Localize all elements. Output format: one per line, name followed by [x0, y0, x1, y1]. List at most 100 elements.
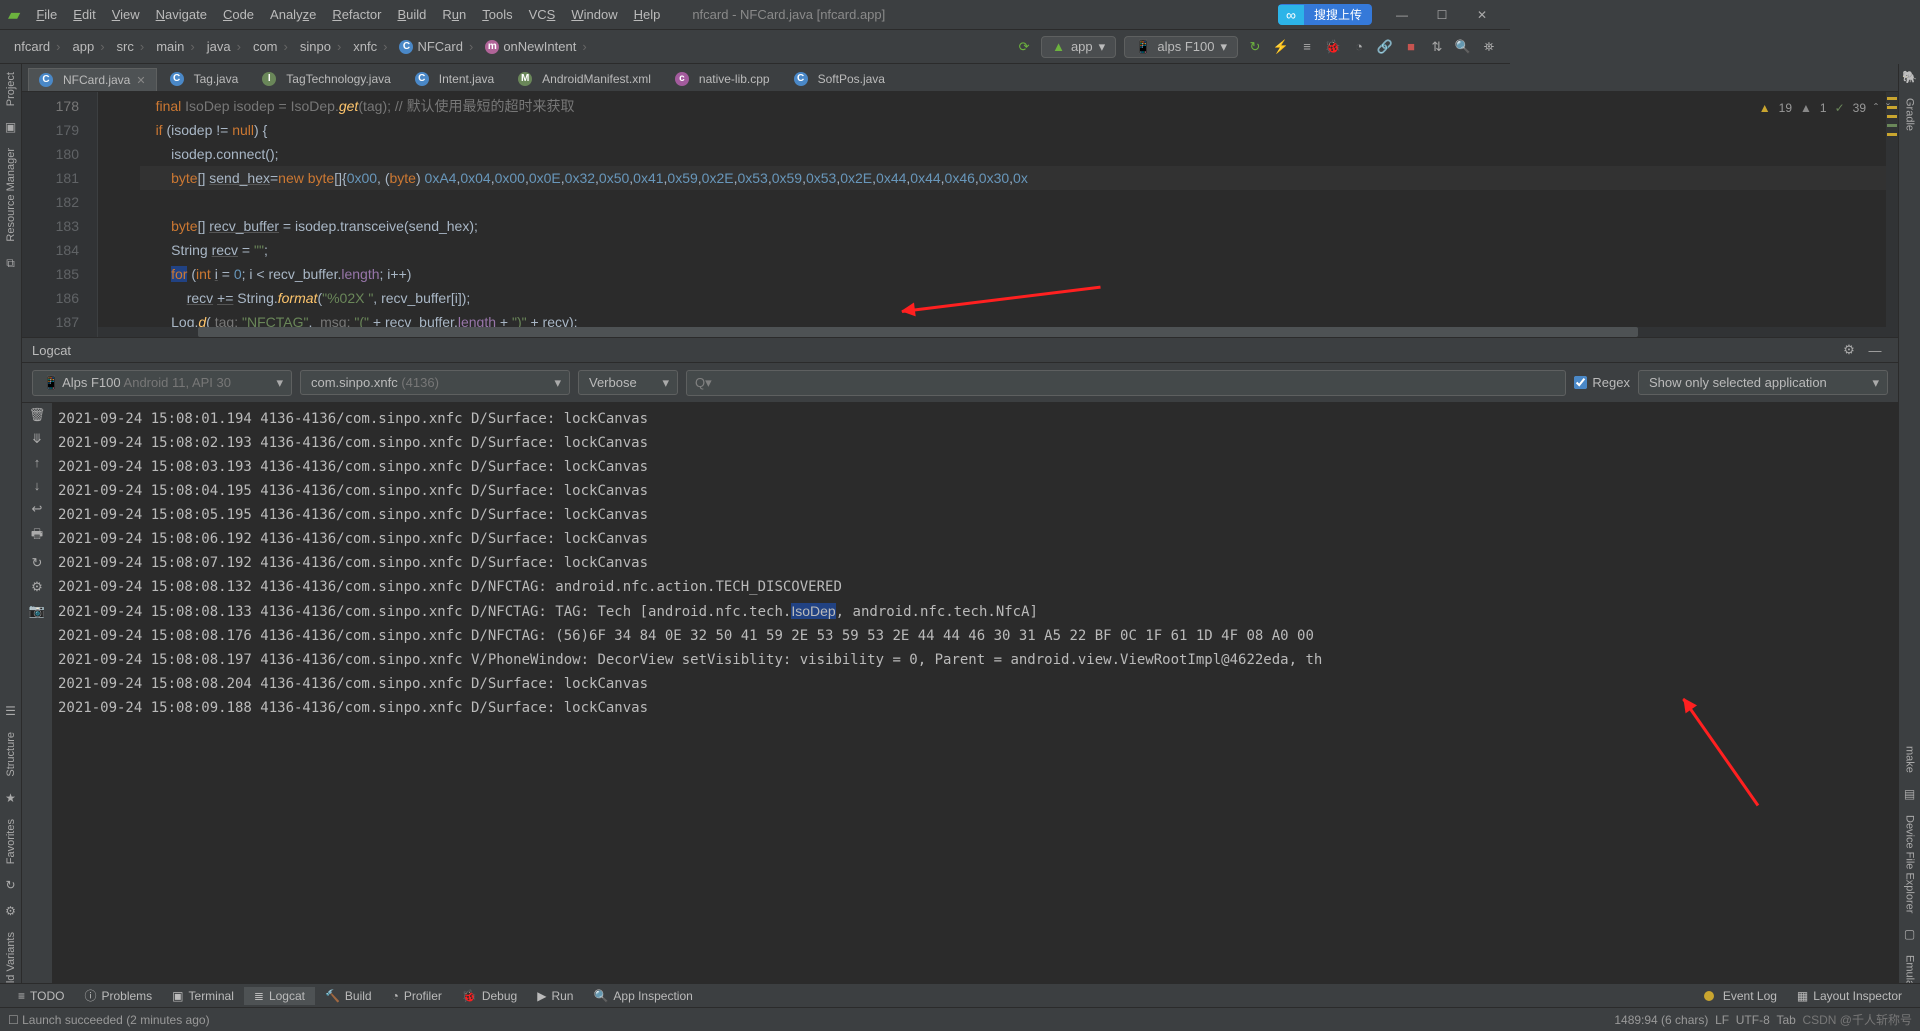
- tool-resource-manager[interactable]: Resource Manager: [5, 140, 17, 250]
- yet-button[interactable]: ≡: [1295, 35, 1319, 59]
- restart-icon[interactable]: ↻: [32, 555, 43, 571]
- menu-edit[interactable]: Edit: [65, 5, 103, 24]
- tab-manifest[interactable]: MAndroidManifest.xml: [507, 67, 662, 91]
- tab-softpos[interactable]: CSoftPos.java: [783, 67, 896, 91]
- log-search-input[interactable]: Q▾: [686, 370, 1566, 396]
- menu-vcs[interactable]: VCS: [521, 5, 564, 24]
- tab-tag[interactable]: CTag.java: [159, 67, 250, 91]
- run-config-device[interactable]: 📱alps F100▾: [1124, 36, 1238, 58]
- log-output[interactable]: 2021-09-24 15:08:01.194 4136-4136/com.si…: [52, 403, 1898, 1007]
- expand-up-icon[interactable]: ˆ: [1874, 96, 1878, 120]
- crumb-main[interactable]: main: [150, 37, 201, 56]
- tool-gradle[interactable]: Gradle: [1904, 90, 1916, 139]
- crumb-class[interactable]: CNFCard: [393, 37, 479, 56]
- tool-structure[interactable]: Structure: [5, 724, 17, 785]
- vcs-button[interactable]: ⇅: [1425, 35, 1449, 59]
- run-config-module[interactable]: ▲app▾: [1041, 36, 1116, 58]
- device-icon: 📱: [43, 375, 62, 390]
- btab-debug[interactable]: 🐞 Debug: [452, 987, 527, 1005]
- crumb-method[interactable]: monNewIntent: [479, 37, 592, 56]
- close-button[interactable]: ✕: [1462, 8, 1502, 22]
- menu-navigate[interactable]: Navigate: [148, 5, 215, 24]
- menu-view[interactable]: View: [104, 5, 148, 24]
- filter-selector[interactable]: Show only selected application: [1638, 370, 1888, 395]
- sync-icon[interactable]: ⟳: [1012, 35, 1036, 59]
- menu-tools[interactable]: Tools: [474, 5, 520, 24]
- regex-checkbox[interactable]: Regex: [1574, 375, 1630, 390]
- file-encoding[interactable]: UTF-8: [1736, 1013, 1770, 1027]
- btab-profiler[interactable]: ◔ Profiler: [382, 987, 452, 1005]
- tab-intent[interactable]: CIntent.java: [404, 67, 505, 91]
- menu-help[interactable]: Help: [626, 5, 669, 24]
- caret-position[interactable]: 1489:94 (6 chars): [1614, 1013, 1708, 1027]
- gradle-icon: 🐘: [1902, 70, 1917, 84]
- down-icon[interactable]: ↓: [34, 478, 41, 493]
- crumb-com[interactable]: com: [247, 37, 294, 56]
- crumb-xnfc[interactable]: xnfc: [347, 37, 393, 56]
- minimize-panel-button[interactable]: —: [1863, 338, 1887, 362]
- run-button[interactable]: ↻: [1243, 35, 1267, 59]
- btab-problems[interactable]: ⓘ Problems: [74, 985, 162, 1006]
- scroll-to-end-icon[interactable]: ⤋: [32, 431, 43, 447]
- profile-button[interactable]: ◔: [1347, 35, 1371, 59]
- attach-button[interactable]: 🔗: [1373, 35, 1397, 59]
- crumb-src[interactable]: src: [111, 37, 151, 56]
- crumb-java[interactable]: java: [201, 37, 247, 56]
- crumb-nfcard[interactable]: nfcard: [8, 37, 66, 56]
- upload-button[interactable]: ∞搜搜上传: [1278, 4, 1372, 25]
- screenshot-icon[interactable]: 📷: [29, 603, 45, 619]
- search-icon[interactable]: 🔍: [1451, 35, 1475, 59]
- apply-changes-button[interactable]: ⚡: [1269, 35, 1293, 59]
- tab-nativelib[interactable]: cnative-lib.cpp: [664, 67, 781, 91]
- btab-app-inspection[interactable]: 🔍 App Inspection: [583, 987, 702, 1005]
- manifest-file-icon: M: [518, 72, 532, 86]
- code-editor[interactable]: 178179180181182183184185186187 final Iso…: [22, 92, 1898, 337]
- print-icon[interactable]: 🖶: [31, 525, 43, 547]
- tab-nfcard[interactable]: CNFCard.java✕: [28, 68, 157, 91]
- tool-project[interactable]: Project: [5, 64, 17, 114]
- btab-logcat[interactable]: ≣ Logcat: [244, 987, 315, 1005]
- indent-info[interactable]: Tab: [1776, 1013, 1795, 1027]
- settings-button[interactable]: ⛯: [1477, 35, 1501, 59]
- tool-favorites[interactable]: Favorites: [5, 811, 17, 872]
- right-tool-stripe: 🐘 Gradle make ▤ Device File Explorer ▢ E…: [1898, 64, 1920, 1007]
- inspection-badges[interactable]: ▲19 ▲1 ✓39 ˆˇ: [1759, 96, 1890, 120]
- minimize-button[interactable]: —: [1382, 8, 1422, 22]
- close-icon[interactable]: ✕: [136, 74, 145, 87]
- maximize-button[interactable]: ☐: [1422, 8, 1462, 22]
- menu-analyze[interactable]: Analyze: [262, 5, 324, 24]
- logcat-filter-bar: 📱 Alps F100 Android 11, API 30 com.sinpo…: [22, 363, 1898, 403]
- trash-icon[interactable]: 🗑: [29, 407, 46, 423]
- stop-button[interactable]: ■: [1399, 35, 1423, 59]
- event-log-button[interactable]: Event Log: [1694, 987, 1787, 1005]
- device-selector[interactable]: 📱 Alps F100 Android 11, API 30: [32, 370, 292, 396]
- gear-icon[interactable]: ⚙: [1837, 338, 1861, 362]
- btab-build[interactable]: 🔨 Build: [315, 987, 382, 1005]
- menu-build[interactable]: Build: [389, 5, 434, 24]
- btab-terminal[interactable]: ▣ Terminal: [162, 987, 244, 1005]
- editor-hscrollbar[interactable]: [98, 327, 1898, 337]
- watermark: CSDN @千人斩称号: [1802, 1011, 1912, 1028]
- tab-tagtechnology[interactable]: ITagTechnology.java: [251, 67, 402, 91]
- menu-window[interactable]: Window: [563, 5, 625, 24]
- crumb-app[interactable]: app: [66, 37, 110, 56]
- layout-inspector-button[interactable]: ▦ Layout Inspector: [1787, 987, 1912, 1005]
- up-icon[interactable]: ↑: [34, 455, 41, 470]
- menu-run[interactable]: Run: [434, 5, 474, 24]
- crumb-sinpo[interactable]: sinpo: [294, 37, 347, 56]
- debug-button[interactable]: 🐞: [1321, 35, 1345, 59]
- marker-stripe[interactable]: [1886, 92, 1898, 337]
- log-level-selector[interactable]: Verbose: [578, 370, 678, 395]
- tool-device-file-explorer[interactable]: Device File Explorer: [1904, 807, 1916, 921]
- tool-make[interactable]: make: [1904, 738, 1916, 781]
- menu-refactor[interactable]: Refactor: [324, 5, 389, 24]
- expand-down-icon[interactable]: ˇ: [1886, 96, 1890, 120]
- btab-todo[interactable]: ≡ TODO: [8, 987, 74, 1005]
- settings-icon[interactable]: ⚙: [31, 579, 43, 595]
- process-selector[interactable]: com.sinpo.xnfc (4136): [300, 370, 570, 395]
- btab-run[interactable]: ▶ Run: [527, 987, 583, 1005]
- wrap-icon[interactable]: ↩: [32, 501, 43, 517]
- line-separator[interactable]: LF: [1715, 1013, 1729, 1027]
- menu-file[interactable]: File: [28, 5, 65, 24]
- menu-code[interactable]: Code: [215, 5, 262, 24]
